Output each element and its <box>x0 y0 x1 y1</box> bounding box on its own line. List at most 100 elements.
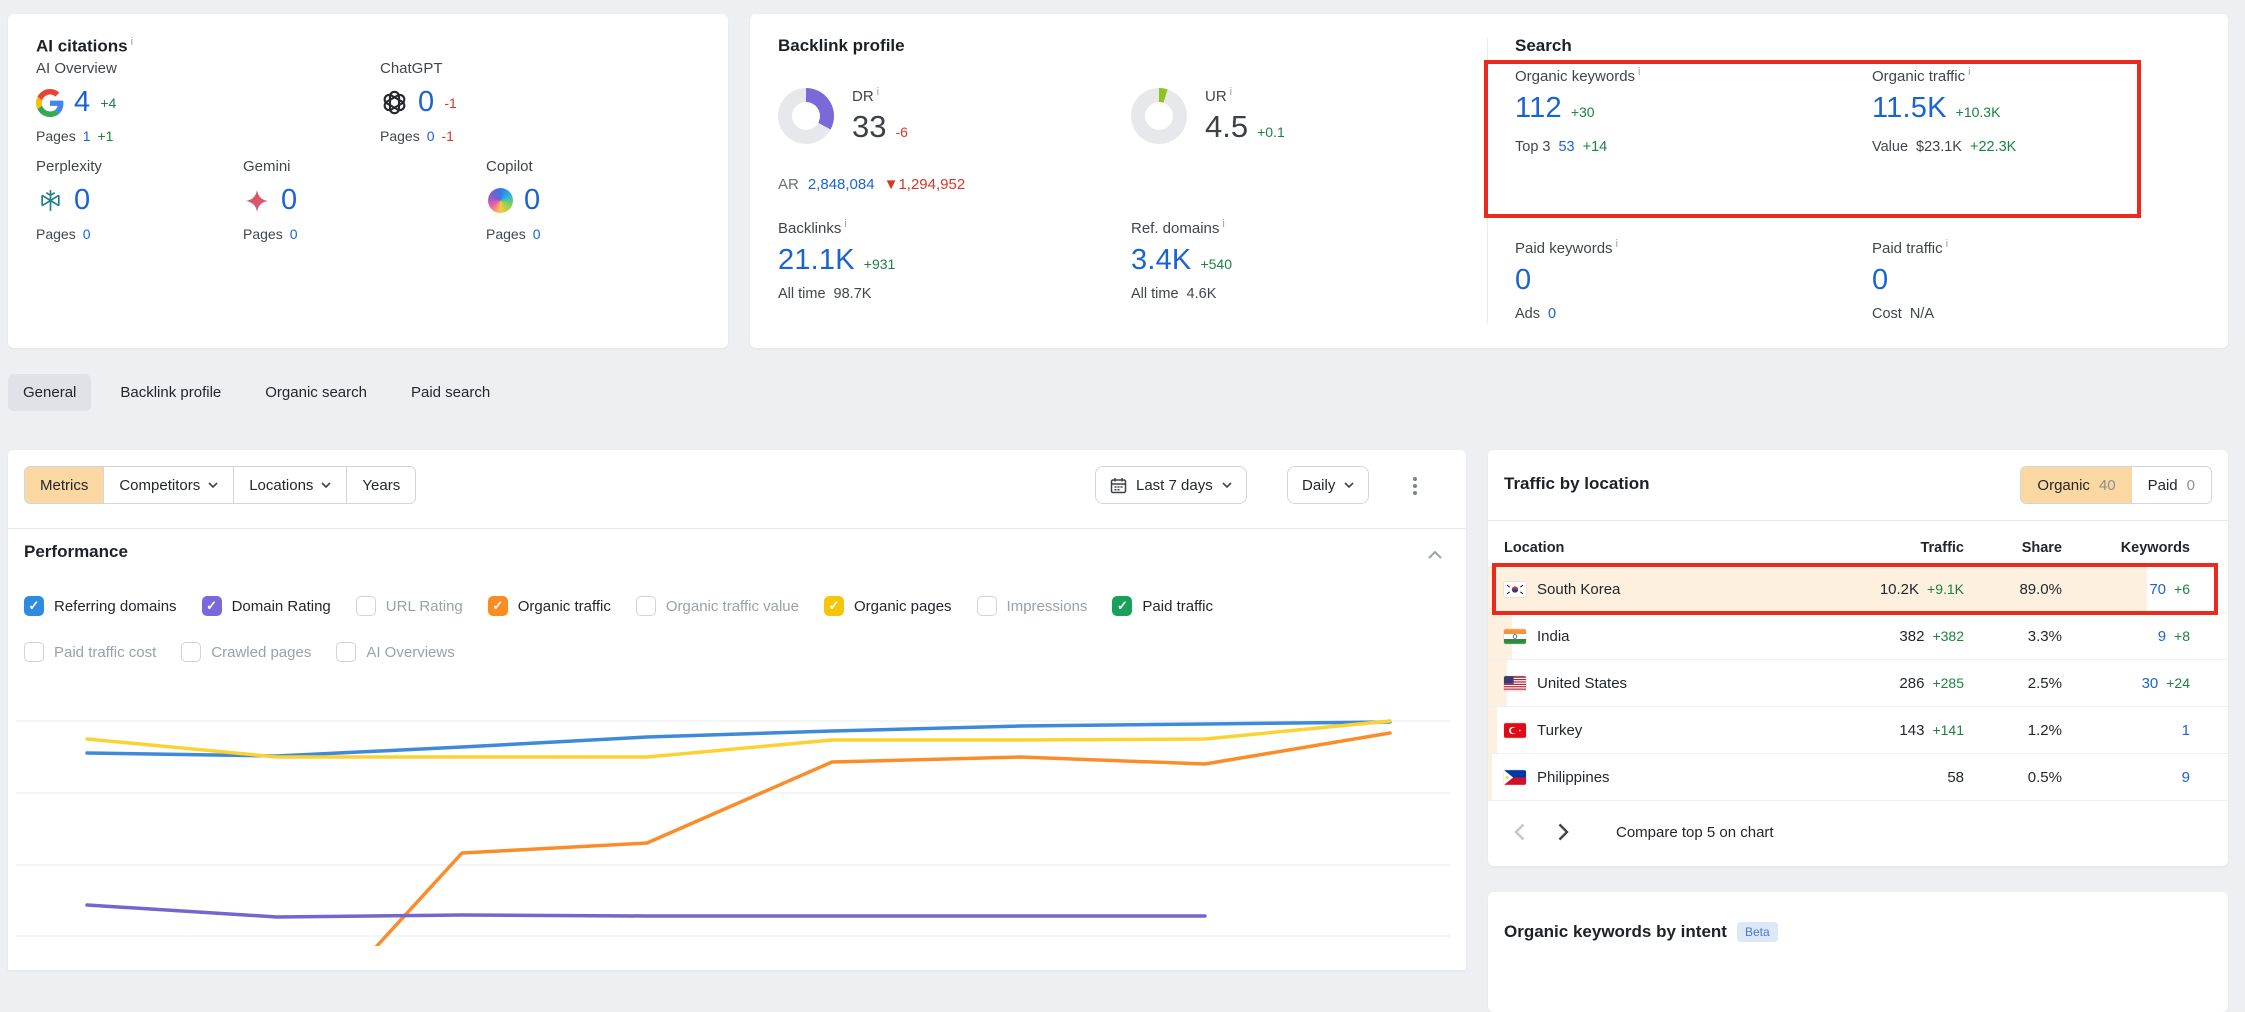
metric-checkbox-referring-domains[interactable]: Referring domains <box>24 596 177 616</box>
granularity-button[interactable]: Daily <box>1287 466 1369 504</box>
metric-checkbox-impressions[interactable]: Impressions <box>977 596 1088 616</box>
competitors-dropdown[interactable]: Competitors <box>104 467 234 503</box>
more-options-kebab[interactable] <box>1404 474 1426 498</box>
ar-value[interactable]: 2,848,084 <box>808 176 875 193</box>
info-icon[interactable]: i <box>1946 238 1948 250</box>
paid-traffic-value[interactable]: 0 <box>1872 264 1888 297</box>
toggle-organic[interactable]: Organic40 <box>2021 467 2131 503</box>
copilot-value[interactable]: 0 <box>524 184 540 217</box>
pages-value[interactable]: 0 <box>427 128 435 144</box>
metric-checkbox-ai-overviews[interactable]: AI Overviews <box>336 642 454 662</box>
info-icon[interactable]: i <box>1222 218 1224 230</box>
checkbox-icon[interactable] <box>488 596 508 616</box>
metric-checkbox-organic-pages[interactable]: Organic pages <box>824 596 952 616</box>
pages-value[interactable]: 0 <box>533 226 541 242</box>
provider-label: Copilot <box>486 158 541 175</box>
checkbox-icon[interactable] <box>977 596 997 616</box>
organic-keywords-delta: +30 <box>1571 104 1595 120</box>
share-value: 0.5% <box>2028 769 2062 786</box>
metric-checkbox-domain-rating[interactable]: Domain Rating <box>202 596 331 616</box>
top3-value[interactable]: 53 <box>1558 139 1574 155</box>
checkbox-icon[interactable] <box>24 642 44 662</box>
checkbox-icon[interactable] <box>824 596 844 616</box>
metrics-button[interactable]: Metrics <box>25 467 104 503</box>
location-row-south-korea[interactable]: South Korea10.2K+9.1K89.0%70+6 <box>1488 566 2228 613</box>
metric-checkbox-url-rating[interactable]: URL Rating <box>356 596 463 616</box>
checkbox-icon[interactable] <box>1112 596 1132 616</box>
tab-general[interactable]: General <box>8 374 91 411</box>
location-row-united-states[interactable]: United States286+2852.5%30+24 <box>1488 660 2228 707</box>
chatgpt-value[interactable]: 0 <box>418 86 434 119</box>
metric-checkbox-paid-traffic[interactable]: Paid traffic <box>1112 596 1213 616</box>
backlinks-value[interactable]: 21.1K <box>778 244 855 277</box>
keywords-value[interactable]: 9 <box>2158 628 2166 645</box>
keywords-value[interactable]: 70 <box>2149 581 2166 598</box>
country-name: Turkey <box>1537 722 1582 739</box>
location-table-body: South Korea10.2K+9.1K89.0%70+6India382+3… <box>1488 566 2228 801</box>
info-icon[interactable]: i <box>1968 66 1970 78</box>
keywords-delta: +6 <box>2174 581 2190 597</box>
chevron-down-icon <box>1344 482 1354 489</box>
metric-checkbox-crawled-pages[interactable]: Crawled pages <box>181 642 311 662</box>
metric-checkbox-organic-traffic-value[interactable]: Organic traffic value <box>636 596 799 616</box>
ur-donut-chart <box>1131 88 1187 144</box>
info-icon[interactable]: i <box>1638 66 1640 78</box>
card-divider <box>1487 38 1488 324</box>
metrics-checkbox-row-1: Referring domains Domain Rating URL Rating… <box>24 596 1213 616</box>
info-icon[interactable]: i <box>131 36 133 48</box>
traffic-by-location-card: Traffic by location Organic40 Paid0 Loca… <box>1488 450 2228 866</box>
country-name: South Korea <box>1537 581 1620 598</box>
keywords-value[interactable]: 30 <box>2142 675 2159 692</box>
organic-keywords-value[interactable]: 112 <box>1515 92 1562 125</box>
beta-badge: Beta <box>1737 922 1778 942</box>
paid-traffic-block: Paid traffici 0 CostN/A <box>1872 238 1948 322</box>
checkbox-icon[interactable] <box>181 642 201 662</box>
metric-checkbox-organic-traffic[interactable]: Organic traffic <box>488 596 611 616</box>
ads-value[interactable]: 0 <box>1548 306 1556 322</box>
metric-checkbox-paid-traffic-cost[interactable]: Paid traffic cost <box>24 642 156 662</box>
gemini-value[interactable]: 0 <box>281 184 297 217</box>
location-row-india[interactable]: India382+3823.3%9+8 <box>1488 613 2228 660</box>
checkbox-icon[interactable] <box>356 596 376 616</box>
keywords-value[interactable]: 1 <box>2182 722 2190 739</box>
tab-backlink-profile[interactable]: Backlink profile <box>105 374 236 411</box>
info-icon[interactable]: i <box>877 86 879 98</box>
checkbox-icon[interactable] <box>24 596 44 616</box>
checkbox-icon[interactable] <box>336 642 356 662</box>
toggle-paid[interactable]: Paid0 <box>2132 467 2211 503</box>
perplexity-value[interactable]: 0 <box>74 184 90 217</box>
chart-line-domain-rating <box>87 905 1205 917</box>
checkbox-icon[interactable] <box>202 596 222 616</box>
chevron-down-icon <box>208 482 218 489</box>
pages-value[interactable]: 1 <box>83 128 91 144</box>
chevron-left-icon[interactable] <box>1508 821 1530 843</box>
tab-organic-search[interactable]: Organic search <box>250 374 382 411</box>
locations-dropdown[interactable]: Locations <box>234 467 347 503</box>
info-icon[interactable]: i <box>844 218 846 230</box>
traffic-value: 58 <box>1947 769 1964 786</box>
date-range-button[interactable]: Last 7 days <box>1095 466 1247 504</box>
compare-top5-link[interactable]: Compare top 5 on chart <box>1616 824 1774 841</box>
chatgpt-delta: -1 <box>444 95 456 111</box>
location-row-philippines[interactable]: Philippines580.5%9 <box>1488 754 2228 801</box>
ai-citations-card: AI citationsi AI Overview 4 +4 Pages1+1 … <box>8 14 728 348</box>
ai-overview-block: AI Overview 4 +4 Pages1+1 <box>36 60 117 144</box>
traffic-delta: +141 <box>1932 722 1964 738</box>
paid-keywords-value[interactable]: 0 <box>1515 264 1531 297</box>
info-icon[interactable]: i <box>1230 86 1232 98</box>
pages-delta: -1 <box>442 128 454 144</box>
pages-value[interactable]: 0 <box>83 226 91 242</box>
pages-value[interactable]: 0 <box>290 226 298 242</box>
organic-traffic-value[interactable]: 11.5K <box>1872 92 1947 125</box>
years-button[interactable]: Years <box>347 467 415 503</box>
tab-paid-search[interactable]: Paid search <box>396 374 505 411</box>
paid-keywords-block: Paid keywordsi 0 Ads0 <box>1515 238 1618 322</box>
keywords-value[interactable]: 9 <box>2182 769 2190 786</box>
info-icon[interactable]: i <box>1616 238 1618 250</box>
collapse-caret-icon[interactable] <box>1428 546 1442 564</box>
chevron-right-icon[interactable] <box>1552 821 1574 843</box>
location-row-turkey[interactable]: Turkey143+1411.2%1 <box>1488 707 2228 754</box>
ai-overview-value[interactable]: 4 <box>74 86 90 119</box>
ref-domains-value[interactable]: 3.4K <box>1131 244 1191 277</box>
checkbox-icon[interactable] <box>636 596 656 616</box>
